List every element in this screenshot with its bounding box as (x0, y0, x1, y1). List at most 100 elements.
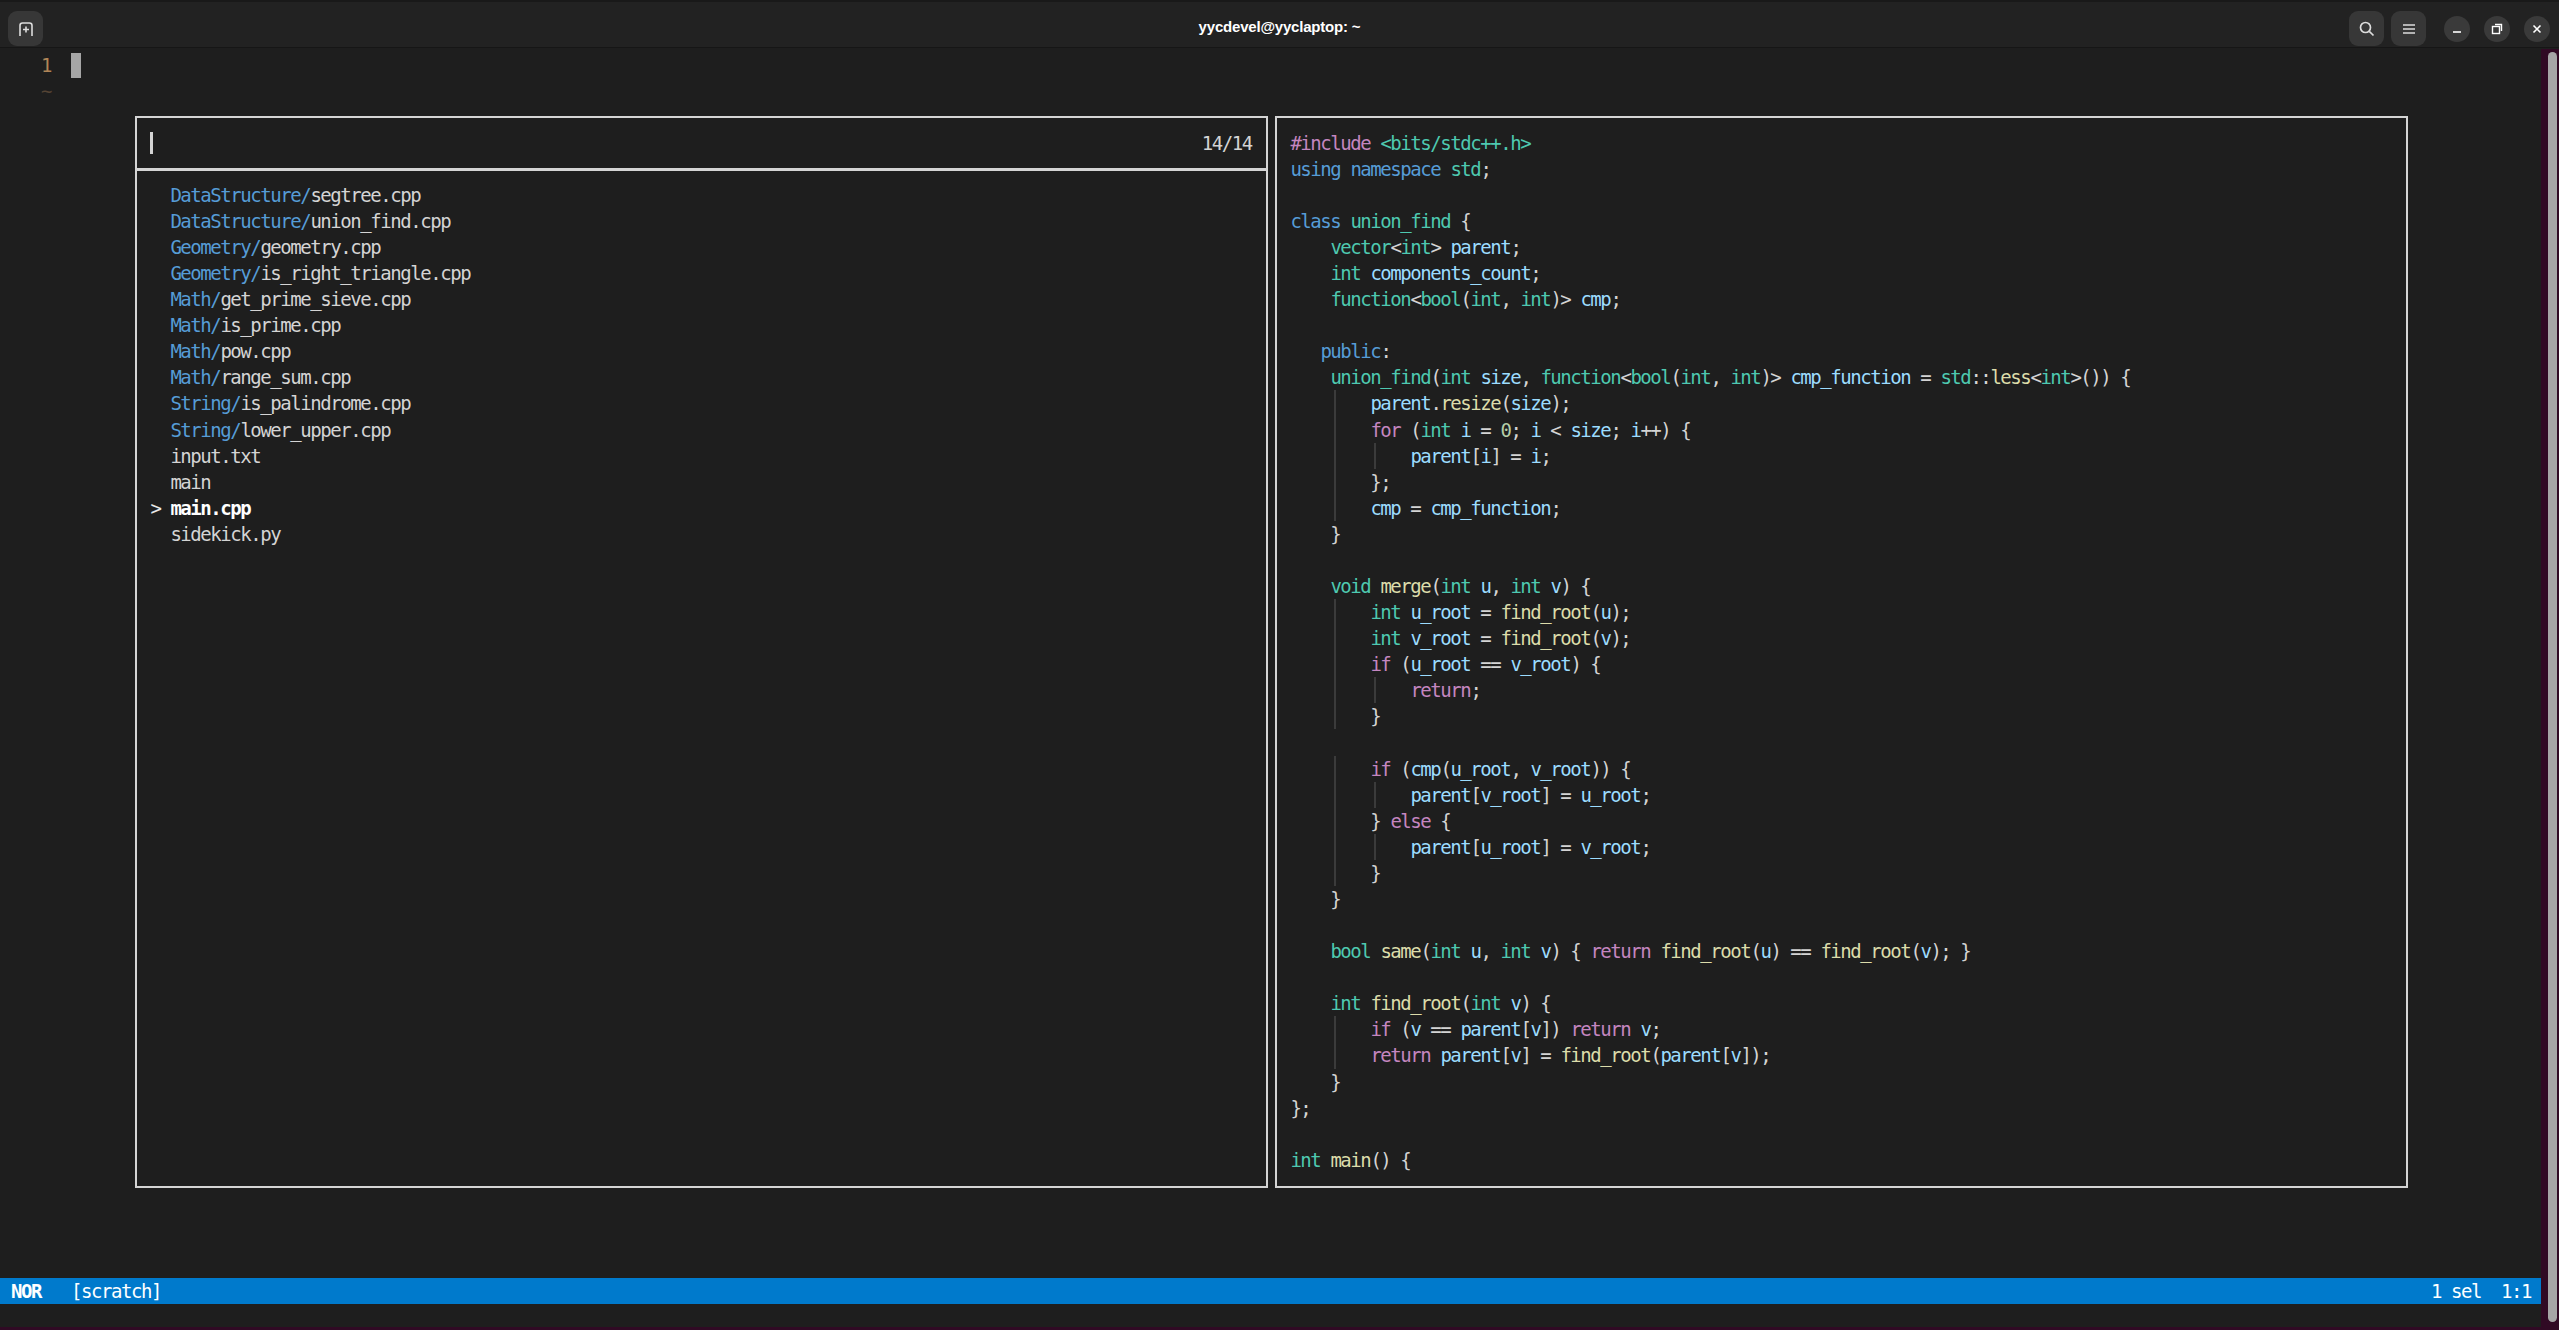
picker-item-name: get_prime_sieve.cpp (220, 288, 410, 310)
picker-item-dir: Math/ (170, 288, 220, 310)
code-line: } (1290, 886, 1340, 912)
selected-marker (150, 419, 170, 441)
line-number: 1 (11, 52, 51, 78)
statusline: NOR [scratch] 1 sel 1:1 (0, 1278, 2541, 1304)
code-line: union_find(int size, function<bool(int, … (1290, 364, 2130, 390)
indent-guide (1334, 834, 1336, 860)
picker-item[interactable]: String/lower_upper.cpp (150, 417, 390, 443)
code-line: } else { (1290, 808, 1450, 834)
selected-marker (150, 340, 170, 362)
indent-guide (1334, 625, 1336, 651)
picker-item[interactable]: Math/get_prime_sieve.cpp (150, 286, 410, 312)
code-line: public: (1290, 338, 1390, 364)
scrollbar-track[interactable] (2541, 49, 2559, 1330)
code-line: } (1290, 703, 1380, 729)
minimize-icon (2449, 21, 2465, 37)
picker-item[interactable]: Math/range_sum.cpp (150, 364, 350, 390)
picker-item-dir: Math/ (170, 340, 220, 362)
selected-marker (150, 366, 170, 388)
picker-item[interactable]: Math/is_prime.cpp (150, 312, 340, 338)
picker-item-name: is_right_triangle.cpp (260, 262, 470, 284)
picker-item-name: lower_upper.cpp (240, 419, 390, 441)
picker-item-dir: DataStructure/ (170, 210, 310, 232)
picker-item-name: range_sum.cpp (220, 366, 350, 388)
picker-item[interactable]: main (150, 469, 210, 495)
selected-marker (150, 445, 170, 467)
code-line: int u_root = find_root(u); (1290, 599, 1630, 625)
selected-marker (150, 471, 170, 493)
picker-item[interactable]: Math/pow.cpp (150, 338, 290, 364)
hamburger-icon (2399, 19, 2419, 39)
code-line: parent.resize(size); (1290, 390, 1570, 416)
selected-marker (150, 184, 170, 206)
code-line: function<bool(int, int)> cmp; (1290, 286, 1620, 312)
selected-marker (150, 236, 170, 258)
indent-guide (1374, 834, 1376, 860)
indent-guide (1374, 782, 1376, 808)
indent-guide (1334, 808, 1336, 834)
restore-button[interactable] (2484, 16, 2510, 42)
indent-guide (1334, 651, 1336, 677)
code-line: if (u_root == v_root) { (1290, 651, 1600, 677)
picker-item[interactable]: sidekick.py (150, 521, 280, 547)
code-line: int components_count; (1290, 260, 1540, 286)
selected-marker (150, 523, 170, 545)
indent-guide (1334, 782, 1336, 808)
picker-search-input[interactable] (150, 130, 1145, 156)
code-line: int find_root(int v) { (1290, 990, 1550, 1016)
picker-item[interactable]: Geometry/geometry.cpp (150, 234, 380, 260)
picker-item-dir: DataStructure/ (170, 184, 310, 206)
indent-guide (1334, 495, 1336, 521)
picker-item-name: is_prime.cpp (220, 314, 340, 336)
picker-item-dir: Geometry/ (170, 236, 260, 258)
indent-guide (1334, 1016, 1336, 1042)
indent-guide (1334, 677, 1336, 703)
scrollbar-thumb[interactable] (2548, 52, 2557, 1322)
close-icon (2529, 21, 2545, 37)
picker-item[interactable]: > main.cpp (150, 495, 250, 521)
code-line: void merge(int u, int v) { (1290, 573, 1590, 599)
indent-guide (1334, 390, 1336, 416)
code-line: if (v == parent[v]) return v; (1290, 1016, 1660, 1042)
indent-guide (1374, 443, 1376, 469)
picker-item-name: main (170, 471, 210, 493)
indent-guide (1334, 1042, 1336, 1068)
picker-item[interactable]: DataStructure/segtree.cpp (150, 182, 420, 208)
picker-item-dir: Math/ (170, 314, 220, 336)
picker-item-name: geometry.cpp (260, 236, 380, 258)
picker-item[interactable]: DataStructure/union_find.cpp (150, 208, 450, 234)
code-line: vector<int> parent; (1290, 234, 1520, 260)
selected-marker (150, 314, 170, 336)
picker-item[interactable]: input.txt (150, 443, 260, 469)
picker-count: 14/14 (1202, 130, 1252, 156)
picker-item-name: is_palindrome.cpp (240, 392, 410, 414)
code-line: int v_root = find_root(v); (1290, 625, 1630, 651)
picker-item-name: sidekick.py (170, 523, 280, 545)
code-line: }; (1290, 1095, 1310, 1121)
minimize-button[interactable] (2444, 16, 2470, 42)
selected-marker (150, 392, 170, 414)
indent-guide (1334, 417, 1336, 443)
close-button[interactable] (2524, 16, 2550, 42)
selected-marker (150, 262, 170, 284)
window-title: yycdevel@yyclaptop: ~ (0, 2, 2559, 50)
code-line: bool same(int u, int v) { return find_ro… (1290, 938, 1970, 964)
picker-item[interactable]: Geometry/is_right_triangle.cpp (150, 260, 470, 286)
code-line: class union_find { (1290, 208, 1470, 234)
code-line: int main() { (1290, 1147, 1410, 1173)
code-line: parent[v_root] = u_root; (1290, 782, 1650, 808)
editor-cursor (71, 53, 81, 78)
selected-marker (150, 288, 170, 310)
code-line: }; (1290, 469, 1390, 495)
menu-button[interactable] (2391, 11, 2426, 46)
code-line: cmp = cmp_function; (1290, 495, 1560, 521)
picker-item[interactable]: String/is_palindrome.cpp (150, 390, 410, 416)
buffer-name: [scratch] (71, 1278, 161, 1304)
search-icon (2357, 19, 2377, 39)
empty-line-tilde: ~ (41, 78, 51, 104)
search-button[interactable] (2349, 11, 2384, 46)
code-line: for (int i = 0; i < size; i++) { (1290, 417, 1690, 443)
picker-item-name: pow.cpp (220, 340, 290, 362)
picker-item-dir: String/ (170, 419, 240, 441)
terminal-screen: 1 ~ 14/14 DataStructure/segtree.cpp Data… (0, 49, 2559, 1330)
